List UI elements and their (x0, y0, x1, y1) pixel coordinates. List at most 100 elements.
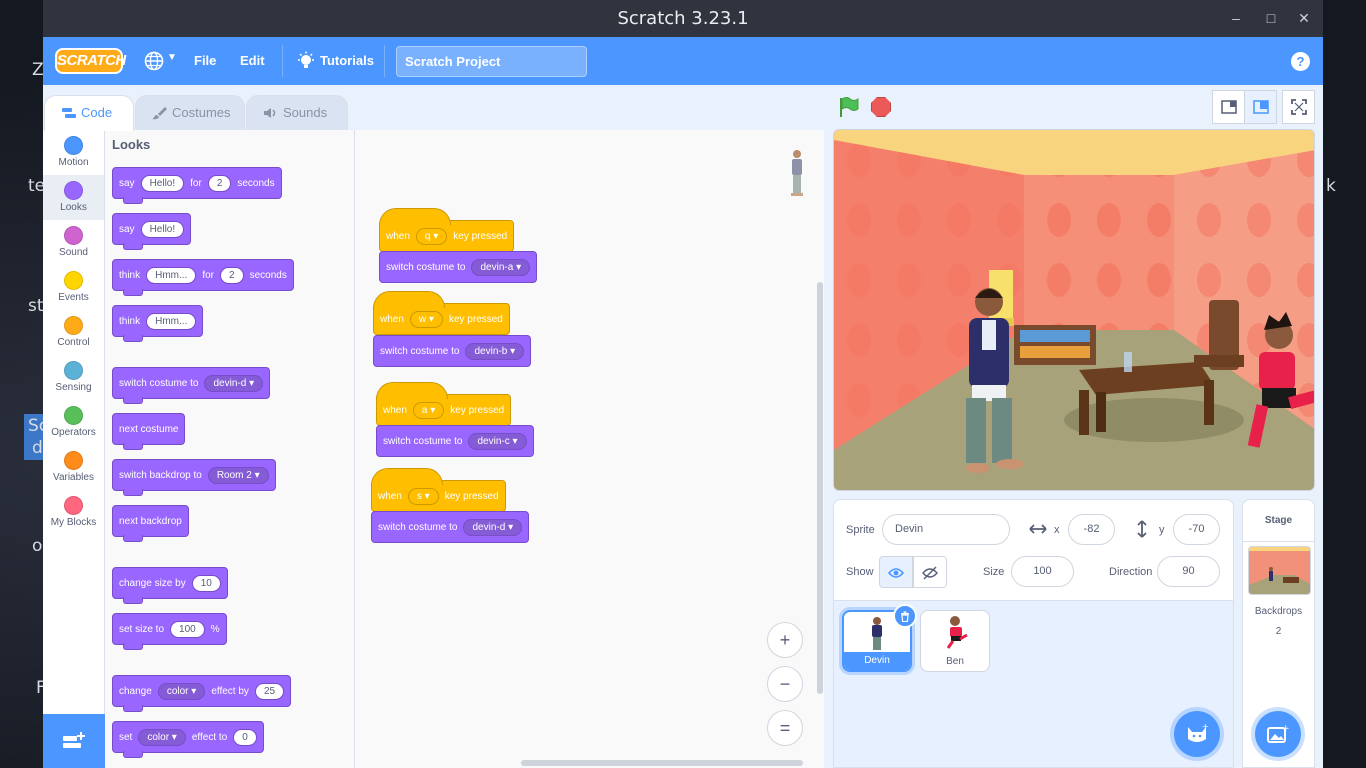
next-costume-block[interactable]: next costume (112, 413, 186, 450)
operators-category-icon (64, 406, 83, 425)
say-for-seconds-block[interactable]: say Hello! for 2 seconds (112, 167, 282, 204)
x-position-input[interactable]: -82 (1068, 514, 1115, 545)
next-backdrop-block[interactable]: next backdrop (112, 505, 189, 542)
block-input[interactable]: 10 (191, 574, 221, 592)
add-extension-button[interactable] (43, 714, 105, 768)
block-input[interactable]: 100 (170, 620, 205, 638)
block-text: switch costume to (380, 345, 460, 357)
block-text: when (383, 404, 407, 416)
sprite-list: Devin Ben + (833, 601, 1234, 768)
hide-sprite-button[interactable] (913, 556, 947, 588)
costume-dropdown[interactable]: devin-d (204, 374, 264, 392)
change-size-block[interactable]: change size by 10 (112, 567, 228, 604)
stage-canvas[interactable] (833, 129, 1315, 491)
category-motion[interactable]: Motion (43, 130, 104, 175)
block-text: switch costume to (383, 435, 463, 447)
block-input[interactable]: 25 (254, 682, 285, 700)
minimize-button[interactable]: – (1226, 8, 1246, 28)
title-bar[interactable]: Scratch 3.23.1 – □ ✕ (43, 0, 1323, 37)
set-effect-block[interactable]: set color effect to 0 (112, 721, 264, 758)
tab-code[interactable]: Code (44, 95, 134, 131)
show-sprite-button[interactable] (879, 556, 913, 588)
file-menu[interactable]: File (194, 37, 216, 85)
category-looks[interactable]: Looks (43, 175, 104, 220)
small-stage-button[interactable] (1212, 90, 1245, 124)
block-input[interactable]: 0 (233, 728, 257, 746)
sprite-tile-ben[interactable]: Ben (920, 610, 990, 672)
language-menu[interactable]: ▼ (144, 51, 180, 71)
when-key-pressed-hat[interactable]: when w key pressed (373, 291, 510, 335)
show-label: Show (846, 566, 874, 578)
eye-icon (887, 568, 905, 578)
sprite-name-input[interactable]: Devin (882, 514, 1010, 545)
fullscreen-button[interactable] (1282, 90, 1315, 124)
scratch-logo[interactable]: SCRATCH (55, 48, 126, 74)
maximize-button[interactable]: □ (1261, 8, 1281, 28)
key-dropdown[interactable]: q (415, 227, 448, 245)
category-sensing[interactable]: Sensing (43, 355, 104, 400)
costume-dropdown[interactable]: devin-a (471, 258, 531, 276)
effect-dropdown[interactable]: color (138, 728, 186, 746)
choose-backdrop-button[interactable]: + (1255, 711, 1301, 757)
block-input[interactable]: Hello! (140, 174, 185, 192)
set-size-block[interactable]: set size to 100 % (112, 613, 227, 650)
switch-costume-script-block[interactable]: switch costume to devin-b (373, 335, 532, 367)
desktop-text-fragment: k (1326, 176, 1336, 196)
category-operators[interactable]: Operators (43, 400, 104, 445)
tab-sounds[interactable]: Sounds (246, 95, 348, 130)
normal-stage-button[interactable] (1244, 90, 1277, 124)
category-control[interactable]: Control (43, 310, 104, 355)
category-sound[interactable]: Sound (43, 220, 104, 265)
when-key-pressed-hat[interactable]: when s key pressed (371, 468, 506, 512)
block-input[interactable]: Hmm... (146, 266, 197, 284)
change-effect-block[interactable]: change color effect by 25 (112, 675, 292, 712)
y-position-input[interactable]: -70 (1173, 514, 1220, 545)
desktop-text-fragment: st (28, 296, 44, 316)
switch-backdrop-block[interactable]: switch backdrop to Room 2 (112, 459, 276, 496)
block-input[interactable]: 2 (220, 266, 244, 284)
delete-sprite-button[interactable] (893, 604, 917, 628)
think-for-seconds-block[interactable]: think Hmm... for 2 seconds (112, 259, 294, 296)
direction-label: Direction (1109, 566, 1153, 578)
switch-costume-script-block[interactable]: switch costume to devin-c (376, 425, 534, 457)
category-variables[interactable]: Variables (43, 445, 104, 490)
key-dropdown[interactable]: a (412, 401, 445, 419)
close-button[interactable]: ✕ (1294, 8, 1314, 28)
block-input[interactable]: Hmm... (146, 312, 197, 330)
costume-dropdown[interactable]: devin-b (465, 342, 525, 360)
zoom-in-button[interactable]: + (767, 622, 803, 658)
say-block[interactable]: say Hello! (112, 213, 192, 250)
effect-dropdown[interactable]: color (157, 682, 206, 700)
switch-costume-block[interactable]: switch costume to devin-d (112, 367, 271, 404)
tutorials-button[interactable]: Tutorials (296, 37, 376, 85)
costume-dropdown[interactable]: devin-d (463, 518, 523, 536)
direction-input[interactable]: 90 (1157, 556, 1220, 587)
block-input[interactable]: 2 (207, 174, 232, 192)
size-input[interactable]: 100 (1011, 556, 1074, 587)
backdrop-dropdown[interactable]: Room 2 (207, 466, 269, 484)
zoom-reset-button[interactable]: = (767, 710, 803, 746)
workspace-vertical-scrollbar[interactable] (817, 282, 823, 694)
workspace-horizontal-scrollbar[interactable] (521, 760, 803, 766)
costume-dropdown[interactable]: devin-c (468, 432, 527, 450)
zoom-out-button[interactable]: − (767, 666, 803, 702)
stop-button[interactable] (871, 97, 891, 117)
green-flag-button[interactable] (838, 96, 860, 118)
when-key-pressed-hat[interactable]: when a key pressed (376, 382, 512, 426)
help-button[interactable]: ? (1291, 52, 1310, 71)
when-key-pressed-hat[interactable]: when q key pressed (379, 208, 515, 252)
block-text: switch costume to (119, 377, 199, 389)
tab-costumes[interactable]: Costumes (135, 95, 245, 130)
switch-costume-script-block[interactable]: switch costume to devin-a (379, 251, 538, 283)
category-events[interactable]: Events (43, 265, 104, 310)
edit-menu[interactable]: Edit (240, 37, 265, 85)
category-my-blocks[interactable]: My Blocks (43, 490, 104, 535)
project-title-input[interactable]: Scratch Project (396, 46, 587, 77)
choose-sprite-button[interactable]: + (1174, 711, 1220, 757)
key-dropdown[interactable]: w (409, 310, 443, 328)
key-dropdown[interactable]: s (407, 487, 439, 505)
switch-costume-script-block[interactable]: switch costume to devin-d (371, 511, 530, 543)
script-workspace[interactable]: when q key pressed switch costume to dev… (355, 130, 824, 768)
think-block[interactable]: think Hmm... (112, 305, 204, 342)
block-input[interactable]: Hello! (140, 220, 185, 238)
